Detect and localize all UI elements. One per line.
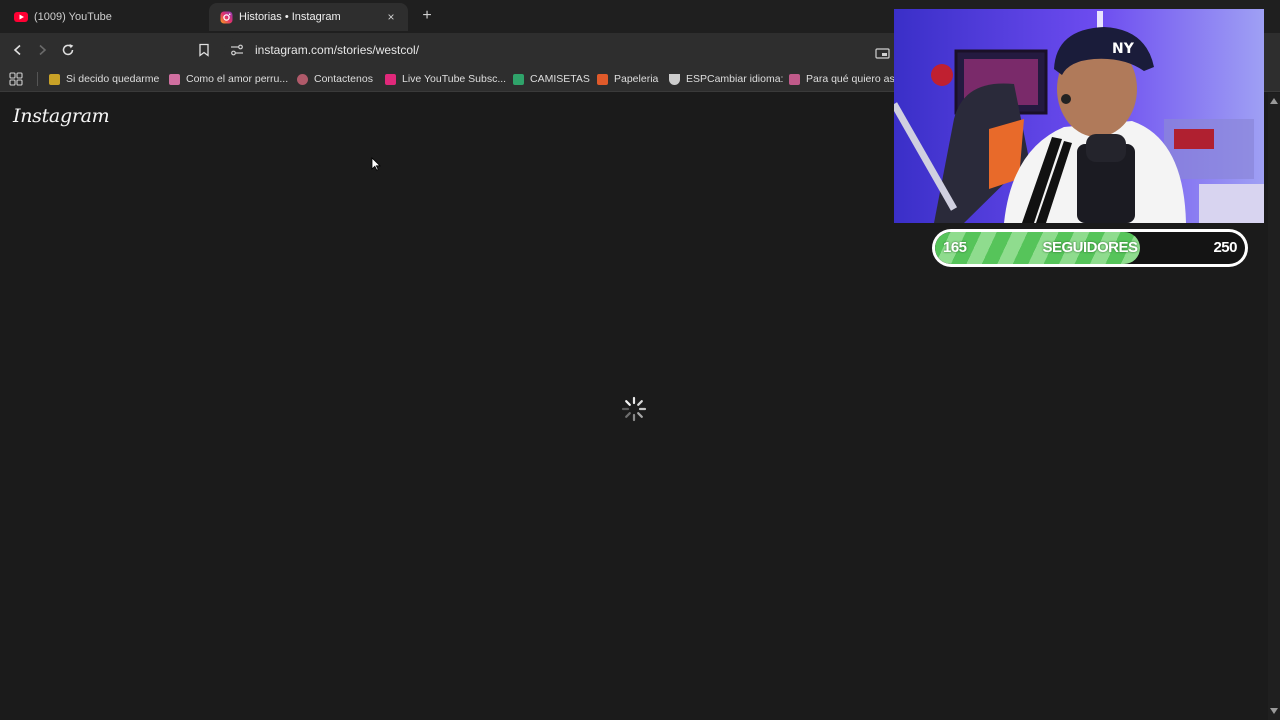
- follower-goal-bar: 165 SEGUIDORES 250: [932, 229, 1248, 267]
- streamer-webcam-image: NY: [894, 9, 1264, 223]
- bowl-icon: [669, 73, 680, 85]
- follower-goal-track: 165 SEGUIDORES 250: [935, 232, 1245, 264]
- webcam-overlay: NY: [894, 9, 1264, 223]
- loading-spinner-icon: [621, 396, 647, 422]
- bookmark-item[interactable]: Live YouTube Subsc...: [385, 71, 506, 87]
- bookmark-item[interactable]: ESPCambiar idioma:: [669, 71, 783, 87]
- arrow-left-icon: [13, 44, 21, 56]
- follower-goal-label: SEGUIDORES: [1042, 239, 1138, 256]
- reload-button[interactable]: [59, 41, 77, 59]
- bookmark-label: Si decido quedarme: [66, 73, 160, 85]
- back-button[interactable]: [9, 41, 27, 59]
- bookmark-label: Como el amor perru...: [186, 73, 289, 85]
- reload-icon: [62, 44, 74, 56]
- bookmark-item[interactable]: Si decido quedarme: [49, 71, 159, 87]
- tab-instagram-stories[interactable]: Historias • Instagram ×: [209, 3, 408, 31]
- music-icon: [169, 73, 180, 85]
- arrow-right-icon: [39, 44, 47, 56]
- forward-button[interactable]: [33, 41, 51, 59]
- scroll-up-arrow-icon[interactable]: [1270, 98, 1278, 104]
- youtube-icon: [385, 73, 396, 85]
- bookmark-label: Para qué quiero asp: [806, 73, 901, 85]
- bookmark-label: Contactenos: [314, 73, 373, 85]
- bookmark-icon: [199, 43, 209, 57]
- address-bar[interactable]: instagram.com/stories/westcol/: [224, 38, 900, 62]
- cast-icon[interactable]: [875, 47, 891, 61]
- bookmark-item[interactable]: Para qué quiero asp: [789, 71, 901, 87]
- bookmark-button[interactable]: [195, 41, 213, 59]
- bookmark-label: CAMISETAS: [530, 73, 590, 85]
- bookmark-item[interactable]: Como el amor perru...: [169, 71, 288, 87]
- tab-title: (1009) YouTube: [34, 11, 112, 23]
- instagram-icon: [219, 10, 233, 24]
- shop-icon: [513, 73, 524, 85]
- svg-text:NY: NY: [1112, 41, 1135, 57]
- new-tab-button[interactable]: +: [419, 8, 435, 24]
- globe-icon: [297, 73, 308, 85]
- bookmark-item[interactable]: Contactenos: [297, 71, 373, 87]
- close-tab-icon[interactable]: ×: [384, 10, 398, 24]
- youtube-icon: [14, 10, 28, 24]
- bookmark-label: Live YouTube Subsc...: [402, 73, 507, 85]
- url-text[interactable]: instagram.com/stories/westcol/: [255, 43, 419, 57]
- bookmark-label: Papeleria: [614, 73, 659, 85]
- music-icon: [49, 73, 60, 85]
- apps-grid-icon[interactable]: [9, 72, 23, 86]
- tab-youtube[interactable]: (1009) YouTube: [4, 3, 208, 31]
- site-settings-icon[interactable]: [230, 43, 244, 57]
- tab-title: Historias • Instagram: [239, 11, 341, 23]
- music-icon: [789, 73, 800, 85]
- follower-goal-target: 250: [1213, 239, 1237, 256]
- bookmarks-separator: [37, 72, 38, 86]
- bookmark-item[interactable]: CAMISETAS: [513, 71, 590, 87]
- tag-icon: [597, 73, 608, 85]
- bookmark-label: ESPCambiar idioma:: [686, 73, 784, 85]
- bookmark-item[interactable]: Papeleria: [597, 71, 658, 87]
- page-scrollbar[interactable]: [1268, 93, 1280, 720]
- scroll-down-arrow-icon[interactable]: [1270, 708, 1278, 714]
- mouse-cursor-icon: [371, 157, 381, 171]
- instagram-logo[interactable]: Instagram: [13, 105, 110, 127]
